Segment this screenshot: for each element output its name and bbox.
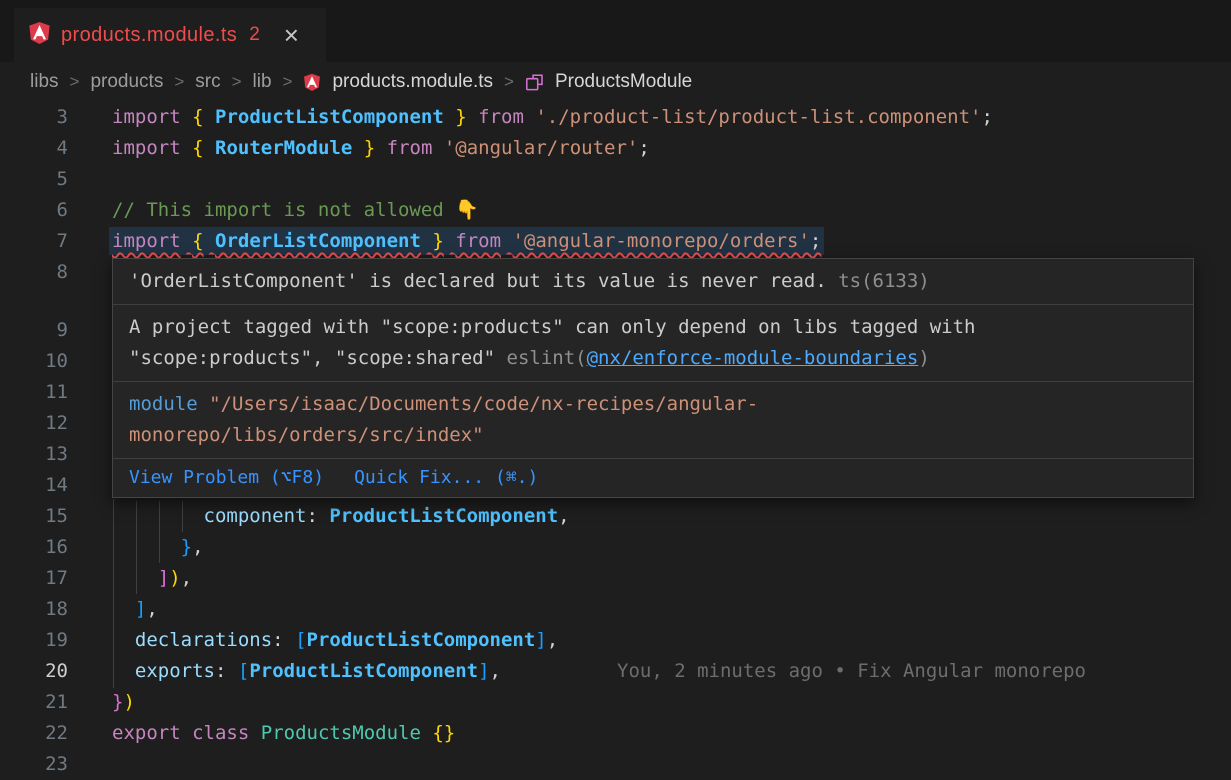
line-number-19[interactable]: 19 [0,625,68,656]
hover-actions: View Problem (⌥F8) Quick Fix... (⌘.) [113,459,1193,497]
code-line-15[interactable]: component: ProductListComponent, [112,501,570,532]
line-number-18[interactable]: 18 [0,594,68,625]
code-line-16[interactable]: }, [112,532,204,563]
view-problem-action[interactable]: View Problem (⌥F8) [129,465,324,491]
line-number-3[interactable]: 3 [0,102,68,133]
line-number-13[interactable]: 13 [0,439,68,470]
code-line-7[interactable]: import { OrderListComponent } from '@ang… [112,226,821,257]
git-blame-annotation: You, 2 minutes ago • Fix Angular monorep… [617,656,1086,687]
line-number-23[interactable]: 23 [0,749,68,780]
line-number-6[interactable]: 6 [0,195,68,226]
line-number-12[interactable]: 12 [0,408,68,439]
indent-guide [113,499,114,688]
hover-section-1: A project tagged with "scope:products" c… [113,305,1193,382]
hover-popup: 'OrderListComponent' is declared but its… [112,258,1194,498]
line-number-15[interactable]: 15 [0,501,68,532]
error-squiggle-range: import { OrderListComponent } from '@ang… [112,230,821,252]
hover-section-2: module "/Users/isaac/Documents/code/nx-r… [113,382,1193,459]
code-line-6[interactable]: // This import is not allowed 👇 [112,195,479,226]
hover-section-0: 'OrderListComponent' is declared but its… [113,259,1193,305]
code-line-4[interactable]: import { RouterModule } from '@angular/r… [112,133,650,164]
code-line-18[interactable]: ], [112,594,158,625]
code-line-3[interactable]: import { ProductListComponent } from './… [112,102,993,133]
indent-guide [136,501,137,594]
line-number-9[interactable]: 9 [0,315,68,346]
code-line-22[interactable]: export class ProductsModule {} [112,718,455,749]
line-number-17[interactable]: 17 [0,563,68,594]
line-number-8[interactable]: 8 [0,257,68,288]
indent-guide [159,501,160,563]
code-line-17[interactable]: ]), [112,563,192,594]
line-number-11[interactable]: 11 [0,377,68,408]
line-number-7[interactable]: 7 [0,226,68,257]
eslint-rule-link[interactable]: @nx/enforce-module-boundaries [587,347,919,369]
code-line-21[interactable]: }) [112,687,135,718]
line-number-10[interactable]: 10 [0,346,68,377]
line-number-22[interactable]: 22 [0,718,68,749]
quick-fix-action[interactable]: Quick Fix... (⌘.) [354,465,538,491]
line-number-21[interactable]: 21 [0,687,68,718]
line-number-16[interactable]: 16 [0,532,68,563]
code-editor: 345678 91011121314151617181920212223 impo… [0,0,1231,780]
line-number-14[interactable]: 14 [0,470,68,501]
code-line-20[interactable]: exports: [ProductListComponent],You, 2 m… [112,656,501,687]
line-number-20[interactable]: 20 [0,656,68,687]
line-number-4[interactable]: 4 [0,133,68,164]
indent-guide [182,501,183,532]
code-line-19[interactable]: declarations: [ProductListComponent], [112,625,558,656]
line-number-5[interactable]: 5 [0,164,68,195]
